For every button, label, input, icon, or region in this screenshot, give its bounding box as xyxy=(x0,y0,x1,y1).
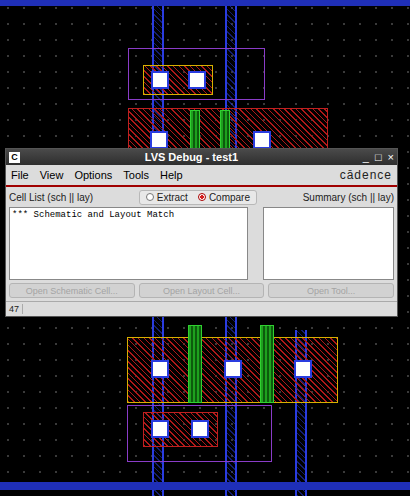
summary-list[interactable] xyxy=(263,207,394,280)
action-button[interactable]: Open Tool... xyxy=(268,283,394,298)
poly-gate xyxy=(190,110,200,150)
menu-item[interactable]: Tools xyxy=(123,169,149,181)
window-control[interactable]: × xyxy=(388,151,394,163)
contact xyxy=(190,73,204,87)
contact xyxy=(193,422,207,436)
menu-item[interactable]: File xyxy=(11,169,29,181)
menu-item[interactable]: View xyxy=(40,169,64,181)
contact xyxy=(153,422,167,436)
cell-list[interactable]: *** Schematic and Layout Match xyxy=(9,207,248,280)
contact xyxy=(153,73,167,87)
poly-gate xyxy=(260,325,274,403)
window-title: LVS Debug - test1 xyxy=(20,151,363,163)
action-button[interactable]: Open Schematic Cell... xyxy=(9,283,135,298)
layout-canvas[interactable]: CLVS Debug - test1_ □ × File View Options Tool… xyxy=(0,0,410,496)
menu-item[interactable]: Help xyxy=(160,169,183,181)
mode-radio[interactable]: Extract xyxy=(146,192,188,203)
contact xyxy=(255,133,269,147)
radio-icon xyxy=(146,193,154,201)
poly-gate xyxy=(188,325,202,403)
poly-gate xyxy=(220,110,230,150)
cell-list-row[interactable]: *** Schematic and Layout Match xyxy=(10,208,247,220)
contact xyxy=(153,362,167,376)
menu-bar: File View Options Tools Help cādence xyxy=(6,165,397,185)
status-text: 47 xyxy=(9,304,23,314)
title-bar[interactable]: CLVS Debug - test1_ □ × xyxy=(6,149,397,165)
lvs-debug-dialog: CLVS Debug - test1_ □ × File View Options Tool… xyxy=(5,148,398,317)
summary-label: Summary (sch || lay) xyxy=(303,192,394,203)
contact xyxy=(152,133,166,147)
window-control[interactable]: _ xyxy=(363,151,369,163)
action-button[interactable]: Open Layout Cell... xyxy=(139,283,265,298)
contact xyxy=(226,362,240,376)
status-bar: 47 xyxy=(6,301,397,316)
menu-item[interactable]: Options xyxy=(74,169,112,181)
metal-rail xyxy=(0,0,410,6)
window-control[interactable]: □ xyxy=(375,151,382,163)
contact xyxy=(296,362,310,376)
radio-icon xyxy=(198,193,206,201)
separator xyxy=(6,185,397,187)
mode-radio-group: Extract Compare xyxy=(139,190,257,205)
metal-rail xyxy=(0,482,410,490)
cadence-logo: cādence xyxy=(340,168,392,182)
mode-radio[interactable]: Compare xyxy=(198,192,250,203)
cadence-icon: C xyxy=(9,152,20,163)
cell-list-label: Cell List (sch || lay) xyxy=(9,192,93,203)
